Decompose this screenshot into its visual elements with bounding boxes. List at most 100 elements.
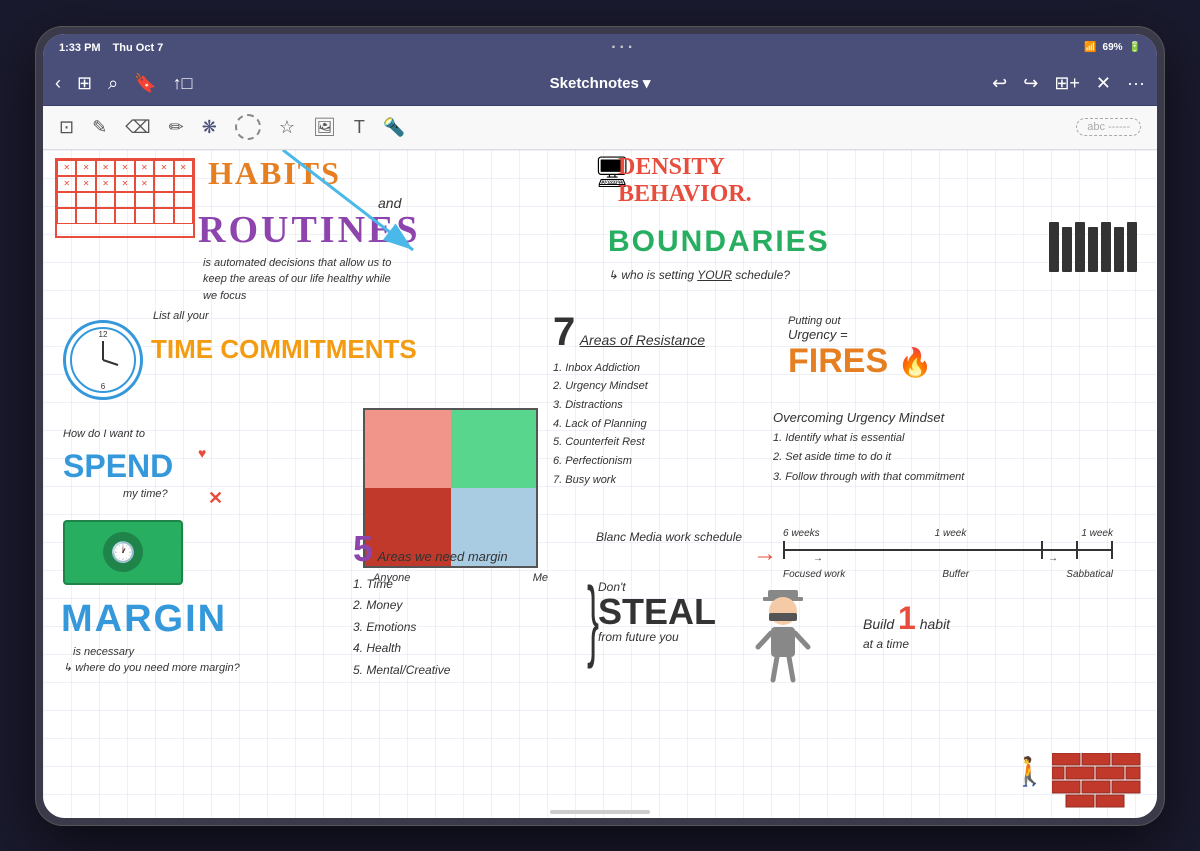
auto-text: is automated decisions that allow us to … bbox=[203, 255, 403, 305]
lasso-tool[interactable] bbox=[235, 114, 261, 140]
battery-icon: 🔋 bbox=[1129, 42, 1141, 53]
overcoming-item: Set aside time to do it bbox=[773, 448, 1113, 468]
fence-post bbox=[1049, 222, 1059, 272]
area2-item: Health bbox=[353, 638, 563, 660]
cal-cell: ✕ bbox=[96, 160, 115, 176]
ipad-screen: 1:33 PM Thu Oct 7 ··· 📶 69% 🔋 ‹ ⊞ ⌕ 🔖 ↑□… bbox=[43, 34, 1157, 818]
dropdown-icon[interactable]: ▾ bbox=[643, 74, 651, 92]
search-icon[interactable]: ⌕ bbox=[108, 73, 118, 94]
nav-left: ‹ ⊞ ⌕ 🔖 ↑□ bbox=[55, 73, 418, 94]
areas-list: Inbox Addiction Urgency Mindset Distract… bbox=[553, 359, 753, 490]
cal-cell bbox=[154, 208, 173, 224]
cal-cell: ✕ bbox=[115, 160, 134, 176]
stick-figure: 🚶 bbox=[1012, 755, 1047, 788]
undo-icon[interactable]: ↩ bbox=[992, 73, 1007, 94]
star-tool[interactable]: ☆ bbox=[279, 117, 295, 138]
setting-text: ↳ who is setting YOUR schedule? bbox=[608, 268, 790, 282]
cal-cell bbox=[57, 192, 76, 208]
abc-input[interactable]: abc ------ bbox=[1076, 118, 1141, 136]
spend-title: SPEND bbox=[63, 448, 173, 485]
share-icon[interactable]: ↑□ bbox=[173, 73, 193, 94]
svg-text:12: 12 bbox=[99, 330, 108, 339]
fire-emoji: 🔥 bbox=[898, 347, 933, 378]
area-item: Lack of Planning bbox=[553, 415, 753, 434]
build-text: Build 1 habit bbox=[863, 600, 1113, 637]
fence-icon bbox=[1049, 222, 1137, 272]
spend-label: How do I want to bbox=[63, 428, 145, 440]
fence-post bbox=[1101, 222, 1111, 272]
margin-sub: is necessary bbox=[73, 646, 134, 658]
fence-post bbox=[1062, 227, 1072, 272]
timeline-tick bbox=[1041, 541, 1043, 559]
money-bill: 🕐 bbox=[63, 520, 183, 585]
back-button[interactable]: ‹ bbox=[55, 73, 61, 94]
redo-icon[interactable]: ↪ bbox=[1023, 73, 1038, 94]
putting-out: Putting out bbox=[788, 315, 848, 327]
x-mark: ✕ bbox=[208, 488, 223, 509]
areas2-label: Areas we need margin bbox=[377, 549, 507, 564]
grid-icon[interactable]: ⊞ bbox=[77, 73, 92, 94]
bookmark-icon[interactable]: 🔖 bbox=[134, 73, 156, 94]
timeline-tick bbox=[783, 541, 785, 559]
timeline-items: Focused work Buffer Sabbatical bbox=[783, 569, 1113, 580]
urgency-text: Putting out Urgency = bbox=[788, 315, 848, 342]
area-item: Inbox Addiction bbox=[553, 359, 753, 378]
photo-tool[interactable]: 🖼 bbox=[313, 117, 336, 138]
cal-cell: ✕ bbox=[174, 160, 193, 176]
area2-item: Time bbox=[353, 574, 563, 596]
seven-num: 7 bbox=[553, 310, 575, 354]
steal-title: STEAL bbox=[598, 594, 778, 630]
cal-cell bbox=[154, 192, 173, 208]
cal-cell bbox=[135, 192, 154, 208]
cal-cell bbox=[174, 176, 193, 192]
pencil-tool[interactable]: ✎ bbox=[92, 117, 107, 138]
more-icon[interactable]: ··· bbox=[1127, 73, 1145, 94]
grid-cell-tl bbox=[365, 410, 451, 488]
timeline-tick bbox=[1076, 541, 1078, 559]
boundaries-title: BOUNDARIES bbox=[608, 225, 830, 259]
build-habit-box: Build 1 habit at a time bbox=[863, 600, 1113, 651]
status-bar: 1:33 PM Thu Oct 7 ··· 📶 69% 🔋 bbox=[43, 34, 1157, 62]
cal-cell: ✕ bbox=[135, 176, 154, 192]
routines-title: RoutINES bbox=[198, 208, 421, 252]
add-page-icon[interactable]: ⊞+ bbox=[1054, 73, 1080, 94]
timeline-label3: 1 week bbox=[1081, 528, 1113, 539]
nav-right: ↩ ↪ ⊞+ ✕ ··· bbox=[782, 73, 1145, 94]
eraser-tool[interactable]: ⌫ bbox=[125, 117, 150, 138]
timeline-item3: Sabbatical bbox=[1066, 569, 1113, 580]
areas2-list: Time Money Emotions Health Mental/Creati… bbox=[353, 574, 563, 682]
brick-wall bbox=[1052, 753, 1142, 808]
clock-icon: 12 6 bbox=[63, 320, 143, 400]
timeline-bar-area: → → bbox=[783, 549, 1113, 569]
cal-cell: ✕ bbox=[135, 160, 154, 176]
my-time: my time? bbox=[123, 488, 168, 500]
image-tool[interactable]: ⊡ bbox=[59, 117, 74, 138]
content-area: ✕ ✕ ✕ ✕ ✕ ✕ ✕ ✕ ✕ ✕ ✕ ✕ bbox=[43, 150, 1157, 818]
timeline-item1: Focused work bbox=[783, 569, 845, 580]
cal-cell: ✕ bbox=[115, 176, 134, 192]
list-all-text: List all your bbox=[153, 310, 209, 322]
steal-box: Don't STEAL from future you bbox=[598, 580, 778, 644]
future-text: from future you bbox=[598, 630, 778, 644]
cal-cell bbox=[96, 192, 115, 208]
fence-post bbox=[1075, 222, 1085, 272]
person-figure bbox=[753, 585, 813, 685]
your-text: YOUR bbox=[697, 268, 732, 282]
marker-tool[interactable]: 🔦 bbox=[383, 117, 405, 138]
close-icon[interactable]: ✕ bbox=[1096, 73, 1111, 94]
cal-cell bbox=[135, 208, 154, 224]
fires-title: FIRES 🔥 bbox=[788, 342, 932, 381]
timeline-tick bbox=[1111, 541, 1113, 559]
calendar-grid: ✕ ✕ ✕ ✕ ✕ ✕ ✕ ✕ ✕ ✕ ✕ ✕ bbox=[55, 158, 195, 238]
shape-tool[interactable]: ❋ bbox=[202, 117, 217, 138]
battery-percent: 69% bbox=[1103, 42, 1123, 53]
timeline-labels: 6 weeks 1 week 1 week bbox=[783, 528, 1113, 539]
cal-cell bbox=[76, 192, 95, 208]
highlighter-tool[interactable]: ✏ bbox=[169, 117, 184, 138]
text-tool[interactable]: T bbox=[354, 117, 365, 138]
five-num: 5 bbox=[353, 528, 373, 569]
timeline-arrow2: → bbox=[1048, 553, 1058, 564]
cal-cell bbox=[76, 208, 95, 224]
margin-title: MARGIN bbox=[61, 598, 227, 641]
five-areas: 5 Areas we need margin Time Money Emotio… bbox=[353, 528, 563, 682]
